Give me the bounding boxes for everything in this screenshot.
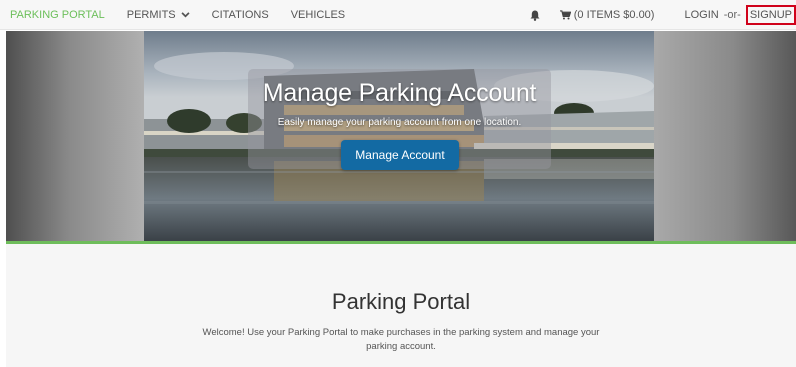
top-navbar: PARKING PORTAL PERMITS CITATIONS VEHICLE…	[0, 0, 796, 30]
main-content: Parking Portal Welcome! Use your Parking…	[6, 244, 796, 367]
cart-summary: (0 ITEMS $0.00)	[573, 9, 655, 21]
nav-brand-link[interactable]: PARKING PORTAL	[10, 9, 105, 21]
cart-icon	[559, 10, 571, 20]
nav-item-citations[interactable]: CITATIONS	[212, 9, 269, 21]
chevron-down-icon	[181, 11, 190, 17]
bell-icon[interactable]	[530, 10, 540, 21]
manage-account-button[interactable]: Manage Account	[341, 140, 459, 170]
hero-banner: Manage Parking Account Easily manage you…	[6, 31, 796, 241]
hero-subtitle: Easily manage your parking account from …	[277, 117, 522, 128]
nav-item-permits[interactable]: PERMITS	[127, 9, 190, 21]
nav-item-label: PERMITS	[126, 8, 176, 21]
cart-link[interactable]: (0 ITEMS $0.00)	[559, 9, 655, 21]
or-separator: -or-	[723, 9, 741, 21]
hero-title: Manage Parking Account	[262, 79, 537, 107]
welcome-text: Welcome! Use your Parking Portal to make…	[202, 327, 600, 352]
nav-right-group: (0 ITEMS $0.00) LOGIN -or- SIGNUP	[530, 0, 796, 30]
page-title: Parking Portal	[331, 289, 471, 314]
nav-item-vehicles[interactable]: VEHICLES	[291, 9, 345, 21]
signup-link[interactable]: SIGNUP	[745, 5, 796, 25]
login-link[interactable]: LOGIN	[684, 9, 718, 21]
